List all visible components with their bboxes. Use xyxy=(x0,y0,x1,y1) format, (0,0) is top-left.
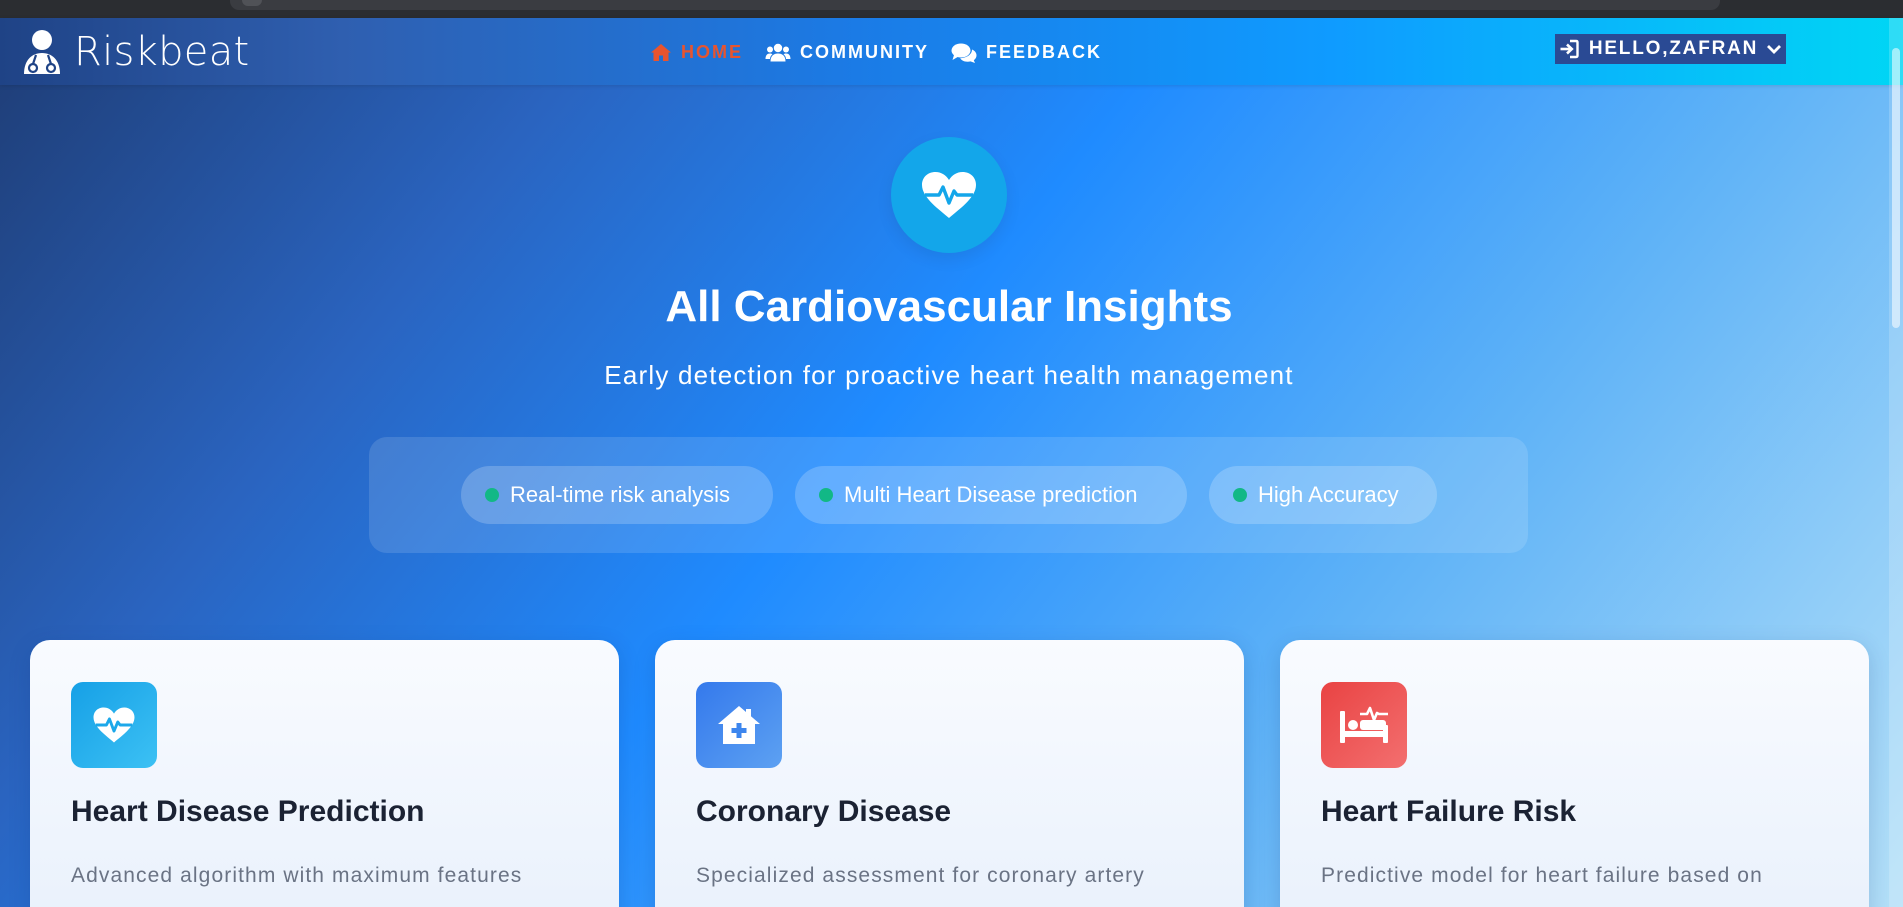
heart-pulse-icon xyxy=(93,707,135,743)
nav-community-label: COMMUNITY xyxy=(800,42,929,62)
card-heart-failure-risk[interactable]: Heart Failure Risk Predictive model for … xyxy=(1280,640,1869,907)
scrollbar[interactable] xyxy=(1889,18,1903,907)
status-dot xyxy=(1233,488,1247,502)
comments-icon xyxy=(951,43,977,63)
hero-subtitle: Early detection for proactive heart heal… xyxy=(604,360,1294,390)
card-description: Advanced algorithm with maximum features xyxy=(71,864,523,887)
card-description: Predictive model for heart failure based… xyxy=(1321,864,1763,887)
card-icon-tile xyxy=(696,682,782,768)
feature-pill-label: Multi Heart Disease prediction xyxy=(844,482,1138,507)
feature-pill-label: High Accuracy xyxy=(1258,482,1399,507)
card-title: Heart Failure Risk xyxy=(1321,795,1577,828)
feature-pill: Multi Heart Disease prediction xyxy=(795,466,1187,524)
status-dot xyxy=(819,488,833,502)
house-medical-icon xyxy=(718,706,760,744)
heart-pulse-icon xyxy=(922,172,976,218)
card-icon-tile xyxy=(1321,682,1407,768)
chevron-down-icon xyxy=(1767,45,1782,54)
feature-pill: High Accuracy xyxy=(1209,466,1437,524)
brand-name: Riskbeat xyxy=(74,29,250,75)
navbar: Riskbeat HOME COMMUNITY FEEDBACK HELLO,Z… xyxy=(0,18,1903,85)
nav-links: HOME COMMUNITY FEEDBACK xyxy=(650,42,1124,63)
home-icon xyxy=(651,44,671,61)
user-greeting: HELLO,ZAFRAN xyxy=(1588,38,1759,59)
browser-address-icon xyxy=(242,0,262,6)
status-dot xyxy=(485,488,499,502)
nav-feedback[interactable]: FEEDBACK xyxy=(951,42,1102,63)
nav-home[interactable]: HOME xyxy=(650,42,743,63)
hospital-bed-icon xyxy=(1340,706,1388,743)
sign-in-icon xyxy=(1560,39,1579,59)
nav-feedback-label: FEEDBACK xyxy=(986,42,1103,62)
card-icon-tile xyxy=(71,682,157,768)
card-heart-disease-prediction[interactable]: Heart Disease Prediction Advanced algori… xyxy=(30,640,619,907)
page: Riskbeat HOME COMMUNITY FEEDBACK HELLO,Z… xyxy=(0,0,1903,907)
nav-community[interactable]: COMMUNITY xyxy=(765,42,929,63)
browser-top-strip xyxy=(0,0,1903,18)
card-description: Specialized assessment for coronary arte… xyxy=(696,864,1145,887)
card-coronary-disease[interactable]: Coronary Disease Specialized assessment … xyxy=(655,640,1244,907)
feature-pill: Real-time risk analysis xyxy=(461,466,773,524)
user-menu-button[interactable]: HELLO,ZAFRAN xyxy=(1555,34,1786,64)
card-title: Coronary Disease xyxy=(696,795,952,828)
card-title: Heart Disease Prediction xyxy=(71,795,425,828)
users-icon xyxy=(765,43,791,62)
brand-logo[interactable]: Riskbeat xyxy=(20,28,250,76)
hero-title: All Cardiovascular Insights xyxy=(665,282,1233,331)
browser-address-bar[interactable] xyxy=(230,0,1720,10)
feature-pill-label: Real-time risk analysis xyxy=(510,482,731,507)
hero-heart-icon xyxy=(891,137,1007,253)
nav-home-label: HOME xyxy=(681,42,743,62)
doctor-icon xyxy=(24,30,60,74)
